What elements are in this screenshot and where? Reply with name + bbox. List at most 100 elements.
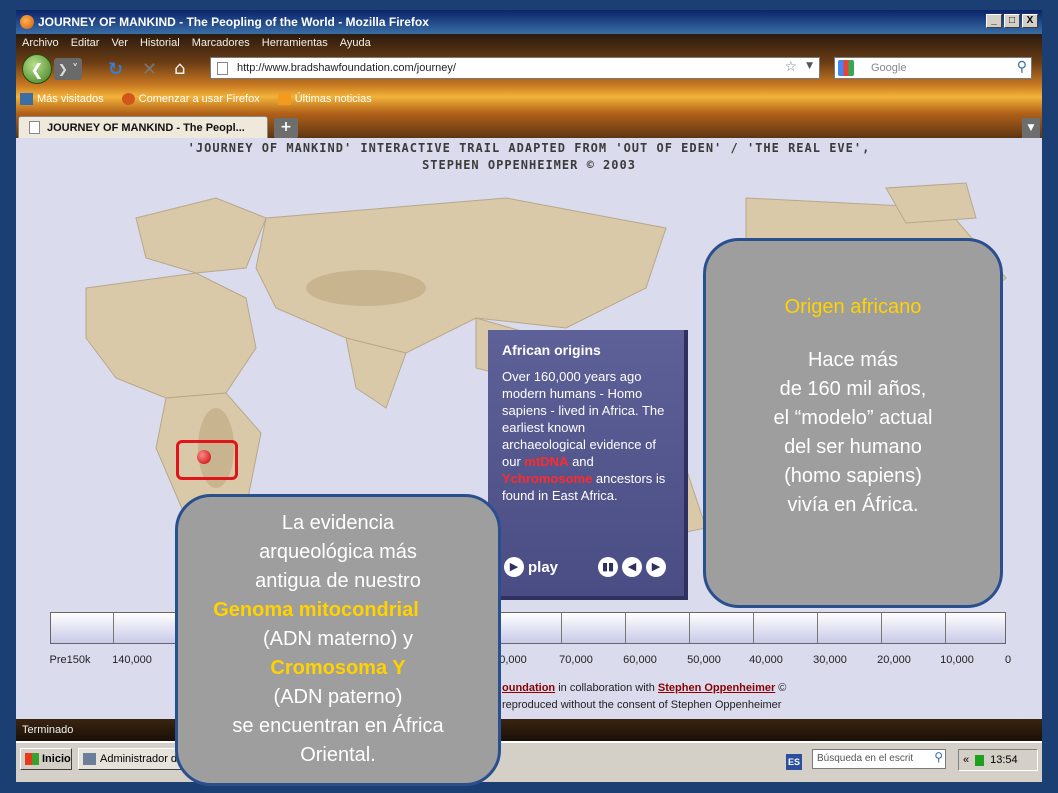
callout-right-line: (homo sapiens) <box>784 465 922 487</box>
start-label: Inicio <box>42 753 71 765</box>
taskbar: Inicio Administrador de ES Búsqueda en e… <box>16 741 1042 782</box>
panel-controls: ▮▮ ◀ ▶ <box>598 557 666 577</box>
menu-herramientas[interactable]: Herramientas <box>262 37 328 49</box>
timeline-tick <box>561 613 562 643</box>
menu-editar[interactable]: Editar <box>71 37 100 49</box>
desktop-search-input[interactable]: Búsqueda en el escrit ⚲ <box>812 749 946 769</box>
copyright-line: reproduced without the consent of Stephe… <box>502 699 782 711</box>
previous-icon[interactable]: ◀ <box>622 557 642 577</box>
panel-text: Over 160,000 years ago modern humans - H… <box>502 368 670 504</box>
start-button[interactable]: Inicio <box>20 748 72 770</box>
location-marker[interactable] <box>197 450 211 464</box>
oppenheimer-link[interactable]: Stephen Oppenheimer <box>658 682 775 694</box>
tab-journey-of-mankind[interactable]: JOURNEY OF MANKIND - The Peopl... <box>18 116 268 138</box>
timeline-label: 40,000 <box>749 654 783 666</box>
bookmark-label: Más visitados <box>37 93 104 105</box>
timeline-label: 20,000 <box>877 654 911 666</box>
status-text: Terminado <box>22 724 74 736</box>
home-icon[interactable]: ⌂ <box>174 58 185 79</box>
bradshaw-foundation-link[interactable]: oundation <box>502 682 555 694</box>
timeline-label: 30,000 <box>813 654 847 666</box>
callout-left-line: Oriental. <box>300 744 376 766</box>
tab-list-icon[interactable]: ▼ <box>1022 118 1040 138</box>
mtdna-link[interactable]: mtDNA <box>524 454 568 469</box>
computer-icon <box>83 753 96 765</box>
callout-left-line: arqueológica más <box>259 541 417 563</box>
timeline-tick <box>753 613 754 643</box>
timeline-label: Pre150k <box>49 654 91 666</box>
bookmark-ultimas-noticias[interactable]: Últimas noticias <box>277 93 372 105</box>
search-icon[interactable]: ⚲ <box>1017 59 1027 75</box>
callout-left-line: (ADN paterno) <box>273 686 403 708</box>
heading-line-1: 'JOURNEY OF MANKIND' INTERACTIVE TRAIL A… <box>187 141 871 155</box>
menu-ver[interactable]: Ver <box>111 37 128 49</box>
timeline-tick <box>945 613 946 643</box>
menu-ayuda[interactable]: Ayuda <box>340 37 371 49</box>
system-tray: « 13:54 <box>958 749 1038 771</box>
timeline-label: 0,000 <box>499 654 527 666</box>
title-bar: JOURNEY OF MANKIND - The Peopling of the… <box>16 10 1042 34</box>
new-tab-button[interactable]: + <box>274 118 298 138</box>
play-button[interactable]: ▶ play <box>504 557 558 577</box>
slide-frame: JOURNEY OF MANKIND - The Peopling of the… <box>0 0 1058 793</box>
timeline-tick <box>113 613 114 643</box>
menu-marcadores[interactable]: Marcadores <box>192 37 250 49</box>
tray-expand-icon[interactable]: « <box>963 754 969 766</box>
minimize-button[interactable]: _ <box>986 14 1002 28</box>
url-dropdown-icon[interactable]: ▼ <box>806 61 813 71</box>
bookmark-mas-visitados[interactable]: Más visitados <box>20 93 104 105</box>
callout-african-origin: Origen africano Hace más de 160 mil años… <box>703 238 1003 608</box>
desktop-search-icon[interactable]: ⚲ <box>934 750 943 764</box>
back-button[interactable]: ❮ <box>22 54 52 84</box>
desktop-search-placeholder: Búsqueda en el escrit <box>817 753 914 764</box>
callout-right-heading: Origen africano <box>784 296 922 318</box>
bookmark-star-icon[interactable]: ☆ <box>784 59 797 75</box>
tray-status-icon[interactable] <box>975 754 985 766</box>
menu-historial[interactable]: Historial <box>140 37 180 49</box>
heading-line-2: STEPHEN OPPENHEIMER © 2003 <box>422 158 636 172</box>
play-icon: ▶ <box>504 557 524 577</box>
play-label: play <box>528 558 559 576</box>
stop-icon[interactable]: ✕ <box>142 59 157 80</box>
callout-right-line: Hace más <box>807 349 899 371</box>
callout-left-line: antigua de nuestro <box>255 570 421 592</box>
forward-button[interactable]: ❯ ˅ <box>54 58 82 80</box>
url-text: http://www.bradshawfoundation.com/journe… <box>237 62 456 74</box>
navigation-toolbar: ❮ ❯ ˅ ↻ ✕ ⌂ http://www.bradshawfoundatio… <box>16 54 1042 86</box>
tab-page-icon <box>29 121 40 134</box>
ychromosome-link[interactable]: Ychromosome <box>502 471 592 486</box>
book-icon[interactable]: ▮▮ <box>598 557 618 577</box>
callout-right-line: del ser humano <box>784 436 922 458</box>
page-icon <box>217 62 228 75</box>
tab-bar: JOURNEY OF MANKIND - The Peopl... + ▼ <box>16 114 1042 138</box>
google-icon[interactable] <box>838 60 854 76</box>
timeline-tick <box>817 613 818 643</box>
bookmark-label: Últimas noticias <box>294 93 372 105</box>
firefox-bookmark-icon <box>121 93 135 105</box>
maximize-button[interactable]: □ <box>1004 14 1020 28</box>
bookmarks-toolbar: Más visitados Comenzar a usar Firefox Úl… <box>20 90 372 108</box>
page-heading: 'JOURNEY OF MANKIND' INTERACTIVE TRAIL A… <box>16 140 1042 174</box>
callout-left-line: La evidencia <box>281 512 395 534</box>
url-bar[interactable]: http://www.bradshawfoundation.com/journe… <box>210 57 820 79</box>
callout-left-y-chromosome: Cromosoma Y <box>270 657 406 679</box>
credits-line: oundation in collaboration with Stephen … <box>502 682 786 694</box>
panel-text-and: and <box>568 454 594 469</box>
rss-feed-icon <box>277 93 291 105</box>
window-controls: _ □ X <box>986 14 1038 28</box>
menu-archivo[interactable]: Archivo <box>22 37 59 49</box>
reload-icon[interactable]: ↻ <box>108 59 123 80</box>
next-icon[interactable]: ▶ <box>646 557 666 577</box>
taskbar-item-label: Administrador de <box>100 753 184 765</box>
language-indicator[interactable]: ES <box>786 754 802 770</box>
clock: 13:54 <box>990 754 1018 766</box>
timeline-tick <box>625 613 626 643</box>
callout-left-mitochondrial: Genoma mitocondrial <box>213 599 419 621</box>
landmass-north-africa <box>85 272 257 399</box>
taskbar-item[interactable]: Administrador de <box>78 748 188 770</box>
browser-chrome: Archivo Editar Ver Historial Marcadores … <box>16 34 1042 148</box>
search-box[interactable]: Google ⚲ <box>834 57 1032 79</box>
close-button[interactable]: X <box>1022 14 1038 28</box>
landmass-europe <box>135 197 267 274</box>
bookmark-comenzar-firefox[interactable]: Comenzar a usar Firefox <box>121 93 260 105</box>
